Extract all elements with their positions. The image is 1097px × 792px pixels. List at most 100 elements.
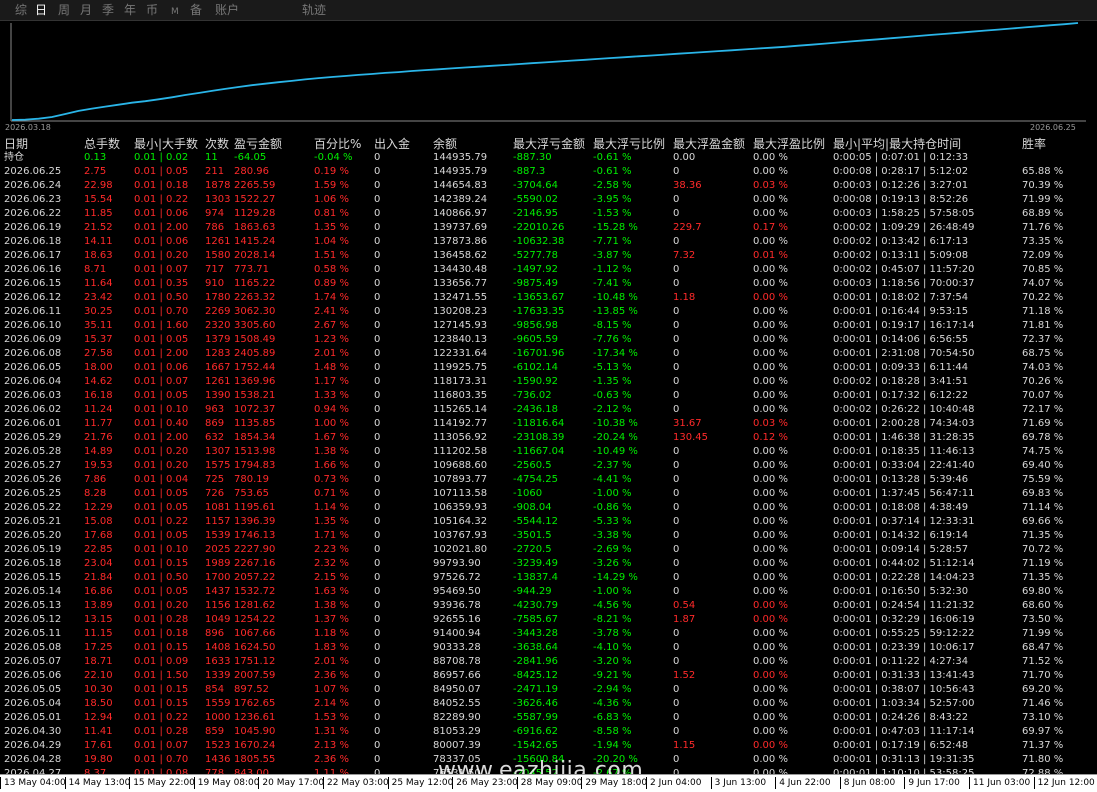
cell-min-max-lots: 0.01 | 0.70 — [134, 754, 189, 765]
cell-trades: 974 — [205, 208, 225, 219]
cell-min-max-lots: 0.01 | 0.05 — [134, 390, 189, 401]
table-row[interactable]: 2026.06.02 11.24 0.01 | 0.10 963 1072.37 0.94… — [0, 403, 1097, 417]
table-row[interactable]: 2026.05.19 22.85 0.01 | 0.10 2025 2227.90 2.2… — [0, 543, 1097, 557]
table-row[interactable]: 2026.05.13 13.89 0.01 | 0.20 1156 1281.62 1.3… — [0, 599, 1097, 613]
table-row[interactable]: 2026.06.24 22.98 0.01 | 0.18 1878 2265.59 1.5… — [0, 179, 1097, 193]
table-row[interactable]: 2026.05.07 18.71 0.01 | 0.09 1633 1751.12 2.0… — [0, 655, 1097, 669]
table-row[interactable]: 2026.05.20 17.68 0.01 | 0.05 1539 1746.13 1.7… — [0, 529, 1097, 543]
table-row[interactable]: 2026.05.29 21.76 0.01 | 2.00 632 1854.34 1.67… — [0, 431, 1097, 445]
table-row[interactable]: 2026.05.06 22.10 0.01 | 1.50 1339 2007.59 2.3… — [0, 669, 1097, 683]
cell-win-rate: 71.18 % — [1022, 306, 1064, 317]
tab-7[interactable]: M — [171, 5, 179, 20]
column-header-hold-time[interactable]: 最小|平均|最大持仓时间 — [833, 137, 961, 151]
tab-10[interactable]: 轨迹 — [302, 3, 326, 18]
column-header-trades[interactable]: 次数 — [205, 137, 229, 151]
cell-min-max-lots: 0.01 | 0.20 — [134, 460, 189, 471]
cell-max-float-profit-pct: 0.03 % — [753, 418, 788, 429]
cell-deposit: 0 — [374, 292, 381, 303]
cell-max-float-profit: 0 — [673, 544, 680, 555]
column-header-max-float-profit-pct[interactable]: 最大浮盈比例 — [753, 137, 825, 151]
column-header-date[interactable]: 日期 — [4, 137, 28, 151]
table-row[interactable]: 2026.06.15 11.64 0.01 | 0.35 910 1165.22 0.89… — [0, 277, 1097, 291]
table-row[interactable]: 2026.05.15 21.84 0.01 | 0.50 1700 2057.22 2.1… — [0, 571, 1097, 585]
table-row[interactable]: 2026.06.01 11.77 0.01 | 0.40 869 1135.85 1.00… — [0, 417, 1097, 431]
tab-3[interactable]: 月 — [80, 3, 92, 18]
table-row[interactable]: 2026.06.23 15.54 0.01 | 0.22 1303 1522.27 1.0… — [0, 193, 1097, 207]
column-header-percent[interactable]: 百分比% — [314, 137, 361, 151]
cell-max-float-profit: 1.15 — [673, 740, 696, 751]
cell-percent: 1.38 % — [314, 446, 349, 457]
table-row[interactable]: 2026.06.11 30.25 0.01 | 0.70 2269 3062.30 2.4… — [0, 305, 1097, 319]
table-row[interactable]: 2026.06.04 14.62 0.01 | 0.07 1261 1369.96 1.1… — [0, 375, 1097, 389]
table-row[interactable]: 2026.05.18 23.04 0.01 | 0.15 1989 2267.16 2.3… — [0, 557, 1097, 571]
tab-4[interactable]: 季 — [102, 3, 114, 18]
table-row[interactable]: 2026.06.25 2.75 0.01 | 0.05 211 280.96 0.19 %… — [0, 165, 1097, 179]
tab-5[interactable]: 年 — [124, 3, 136, 18]
cell-win-rate: 75.59 % — [1022, 474, 1064, 485]
cell-max-float-loss-pct: -8.21 % — [593, 614, 632, 625]
table-row[interactable]: 2026.06.18 14.11 0.01 | 0.06 1261 1415.24 1.0… — [0, 235, 1097, 249]
table-row[interactable]: 2026.06.17 18.63 0.01 | 0.20 1580 2028.14 1.5… — [0, 249, 1097, 263]
table-row[interactable]: 2026.05.26 7.86 0.01 | 0.04 725 780.19 0.73 %… — [0, 473, 1097, 487]
table-row[interactable]: 2026.05.28 14.89 0.01 | 0.20 1307 1513.98 1.3… — [0, 445, 1097, 459]
column-header-deposit[interactable]: 出入金 — [374, 137, 410, 151]
cell-hold-time: 0:00:01 | 0:38:07 | 10:56:43 — [833, 684, 975, 695]
cell-min-max-lots: 0.01 | 0.18 — [134, 628, 189, 639]
tab-6[interactable]: 币 — [146, 3, 158, 18]
cell-max-float-loss: -11816.64 — [513, 418, 565, 429]
cell-trades: 869 — [205, 418, 225, 429]
table-row[interactable]: 2026.06.16 8.71 0.01 | 0.07 717 773.71 0.58 %… — [0, 263, 1097, 277]
tab-2[interactable]: 周 — [58, 3, 70, 18]
tab-9[interactable]: 账户 — [215, 3, 239, 18]
cell-min-max-lots: 0.01 | 0.22 — [134, 516, 189, 527]
tab-8[interactable]: 备 — [190, 3, 202, 18]
cell-min-max-lots: 0.01 | 2.00 — [134, 432, 189, 443]
cell-balance: 88708.78 — [433, 656, 481, 667]
table-row[interactable]: 2026.06.19 21.52 0.01 | 2.00 786 1863.63 1.35… — [0, 221, 1097, 235]
table-row[interactable]: 2026.06.10 35.11 0.01 | 1.60 2320 3305.60 2.6… — [0, 319, 1097, 333]
table-row[interactable]: 2026.05.12 13.15 0.01 | 0.28 1049 1254.22 1.3… — [0, 613, 1097, 627]
table-row[interactable]: 2026.05.01 12.94 0.01 | 0.22 1000 1236.61 1.5… — [0, 711, 1097, 725]
tab-1[interactable]: 日 — [35, 3, 47, 18]
cell-deposit: 0 — [374, 754, 381, 765]
table-row[interactable]: 2026.04.30 11.41 0.01 | 0.28 859 1045.90 1.31… — [0, 725, 1097, 739]
cell-win-rate: 74.07 % — [1022, 278, 1064, 289]
cell-date: 2026.05.08 — [4, 642, 62, 653]
cell-percent: 1.35 % — [314, 222, 349, 233]
table-row[interactable]: 2026.05.08 17.25 0.01 | 0.15 1408 1624.50 1.8… — [0, 641, 1097, 655]
table-row[interactable]: 2026.05.22 12.29 0.01 | 0.05 1081 1195.61 1.1… — [0, 501, 1097, 515]
cell-deposit: 0 — [374, 600, 381, 611]
cell-percent: 2.32 % — [314, 558, 349, 569]
table-row[interactable]: 2026.06.05 18.00 0.01 | 0.06 1667 1752.44 1.4… — [0, 361, 1097, 375]
column-header-min-max-lots[interactable]: 最小|大手数 — [134, 137, 198, 151]
table-row[interactable]: 2026.05.25 8.28 0.01 | 0.05 726 753.65 0.71 %… — [0, 487, 1097, 501]
cell-win-rate: 71.81 % — [1022, 320, 1064, 331]
table-row[interactable]: 2026.05.14 16.86 0.01 | 0.05 1437 1532.72 1.6… — [0, 585, 1097, 599]
column-header-profit[interactable]: 盈亏金额 — [234, 137, 282, 151]
cell-percent: 1.06 % — [314, 194, 349, 205]
table-row[interactable]: 2026.05.21 15.08 0.01 | 0.22 1157 1396.39 1.3… — [0, 515, 1097, 529]
cell-date: 2026.05.15 — [4, 572, 62, 583]
column-header-max-float-loss-pct[interactable]: 最大浮亏比例 — [593, 137, 665, 151]
time-axis-label: 8 Jun 08:00 — [839, 777, 895, 789]
cell-max-float-profit-pct: 0.12 % — [753, 432, 788, 443]
cell-max-float-loss-pct: -20.24 % — [593, 432, 638, 443]
column-header-total-lots[interactable]: 总手数 — [84, 137, 120, 151]
column-header-win-rate[interactable]: 胜率 — [1022, 137, 1046, 151]
table-row[interactable]: 2026.06.08 27.58 0.01 | 2.00 1283 2405.89 2.0… — [0, 347, 1097, 361]
table-row[interactable]: 2026.04.29 17.61 0.01 | 0.07 1523 1670.24 2.1… — [0, 739, 1097, 753]
tab-0[interactable]: 综 — [15, 3, 27, 18]
table-row[interactable]: 2026.06.22 11.85 0.01 | 0.06 974 1129.28 0.81… — [0, 207, 1097, 221]
table-row[interactable]: 2026.06.12 23.42 0.01 | 0.50 1780 2263.32 1.7… — [0, 291, 1097, 305]
table-row[interactable]: 2026.06.09 15.37 0.01 | 0.05 1379 1508.49 1.2… — [0, 333, 1097, 347]
column-header-balance[interactable]: 余额 — [433, 137, 457, 151]
column-header-max-float-loss[interactable]: 最大浮亏金额 — [513, 137, 585, 151]
column-header-max-float-profit[interactable]: 最大浮盈金额 — [673, 137, 745, 151]
table-row[interactable]: 2026.05.11 11.15 0.01 | 0.18 896 1067.66 1.18… — [0, 627, 1097, 641]
table-row[interactable]: 2026.05.04 18.50 0.01 | 0.15 1559 1762.65 2.1… — [0, 697, 1097, 711]
table-row[interactable]: 2026.05.05 10.30 0.01 | 0.15 854 897.52 1.07 … — [0, 683, 1097, 697]
cell-percent: 1.11 % — [314, 768, 349, 774]
table-row[interactable]: 2026.05.27 19.53 0.01 | 0.20 1575 1794.83 1.6… — [0, 459, 1097, 473]
table-row[interactable]: 2026.06.03 16.18 0.01 | 0.05 1390 1538.21 1.3… — [0, 389, 1097, 403]
cell-balance: 84052.55 — [433, 698, 481, 709]
